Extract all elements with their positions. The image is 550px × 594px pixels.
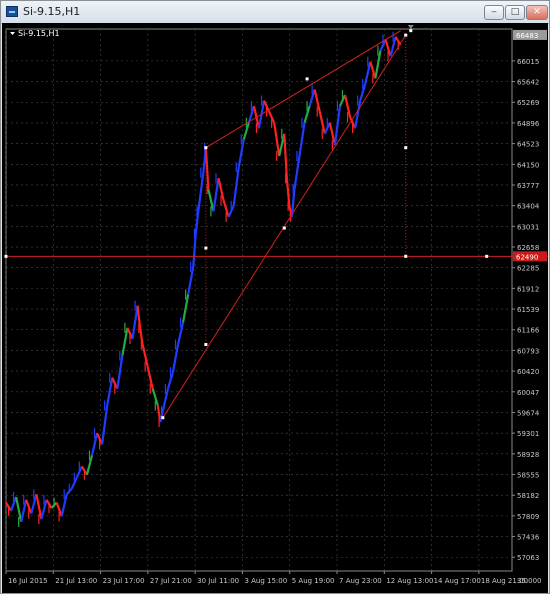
price-tick-label: 63777 (517, 182, 539, 190)
time-tick-label: 16 Jul 2015 (8, 577, 48, 585)
time-tick-label: 21 Jul 13:00 (55, 577, 97, 585)
price-tick-label: 57063 (517, 554, 539, 562)
price-tick-label: 57809 (517, 513, 539, 521)
price-segment (101, 405, 109, 445)
chart-window: Si-9.15,H1 ‒ □ ✕ 66015 65642 65269 64896 645… (0, 0, 550, 594)
price-tick-label: 60420 (517, 368, 539, 376)
object-anchor-point[interactable] (409, 29, 413, 33)
bottom-right-label: 35.000 (517, 577, 542, 585)
price-tick-label: 61166 (517, 327, 540, 335)
object-anchor-point[interactable] (4, 254, 8, 258)
object-anchor-point[interactable] (404, 254, 408, 258)
price-tick-label: 65642 (517, 79, 539, 87)
plot-frame (5, 28, 513, 572)
price-tick-label: 66015 (517, 58, 539, 66)
price-tick-label: 63031 (517, 223, 539, 231)
symbol-dropdown-icon[interactable] (10, 32, 15, 35)
price-tick-label: 59674 (517, 409, 540, 417)
title-bar[interactable]: Si-9.15,H1 ‒ □ ✕ (1, 1, 549, 24)
time-tick-label: 5 Aug 19:00 (292, 577, 335, 585)
time-tick-label: 3 Aug 15:00 (244, 577, 287, 585)
close-button[interactable]: ✕ (526, 5, 548, 20)
object-anchor-point[interactable] (204, 342, 208, 346)
symbol-label: Si-9.15,H1 (18, 29, 60, 38)
object-anchor-point[interactable] (404, 146, 408, 150)
price-chart[interactable]: 66015 65642 65269 64896 64523 64150 63777 63404… (2, 23, 548, 593)
price-tick-label: 64896 (517, 120, 540, 128)
horizontal-line-price-label: 62490 (516, 253, 538, 261)
time-tick-label: 23 Jul 17:00 (103, 577, 145, 585)
price-tick-label: 58555 (517, 472, 539, 480)
price-tick-label: 60793 (517, 347, 539, 355)
price-tick-label: 59301 (517, 430, 539, 438)
window-title: Si-9.15,H1 (23, 5, 81, 18)
object-anchor-point[interactable] (485, 254, 489, 258)
object-anchor-point[interactable] (161, 416, 165, 420)
top-marker-icon (407, 25, 414, 29)
time-tick-label: 14 Aug 17:00 (434, 577, 481, 585)
price-tick-label: 62658 (517, 244, 539, 252)
object-anchor-point[interactable] (305, 77, 309, 81)
price-tick-label: 60047 (517, 389, 539, 397)
object-anchor-point[interactable] (282, 226, 286, 230)
time-tick-label: 27 Jul 21:00 (150, 577, 192, 585)
object-anchor-point[interactable] (204, 246, 208, 250)
minimize-button[interactable]: ‒ (484, 5, 504, 20)
price-tick-label: 63404 (517, 203, 540, 211)
price-tick-label: 58182 (517, 492, 539, 500)
time-tick-label: 30 Jul 11:00 (197, 577, 239, 585)
chart-area[interactable]: 66015 65642 65269 64896 64523 64150 63777 63404… (2, 23, 548, 593)
price-tick-label: 61539 (517, 306, 539, 314)
price-segment (232, 166, 240, 207)
current-price-label: 66483 (516, 32, 538, 40)
time-tick-label: 12 Aug 13:00 (386, 577, 433, 585)
object-anchor-point[interactable] (204, 146, 208, 150)
price-tick-label: 61912 (517, 285, 539, 293)
price-tick-label: 64523 (517, 141, 539, 149)
price-tick-label: 57436 (517, 534, 540, 542)
price-tick-label: 64150 (517, 161, 539, 169)
time-tick-label: 7 Aug 23:00 (339, 577, 382, 585)
maximize-button[interactable]: □ (505, 5, 525, 20)
price-tick-label: 58928 (517, 451, 539, 459)
price-tick-label: 65269 (517, 99, 539, 107)
chart-app-icon (6, 6, 18, 17)
price-segment (283, 133, 288, 179)
channel-lower-line[interactable] (162, 34, 407, 418)
object-anchor-point[interactable] (404, 33, 408, 37)
price-tick-label: 62285 (517, 265, 539, 273)
